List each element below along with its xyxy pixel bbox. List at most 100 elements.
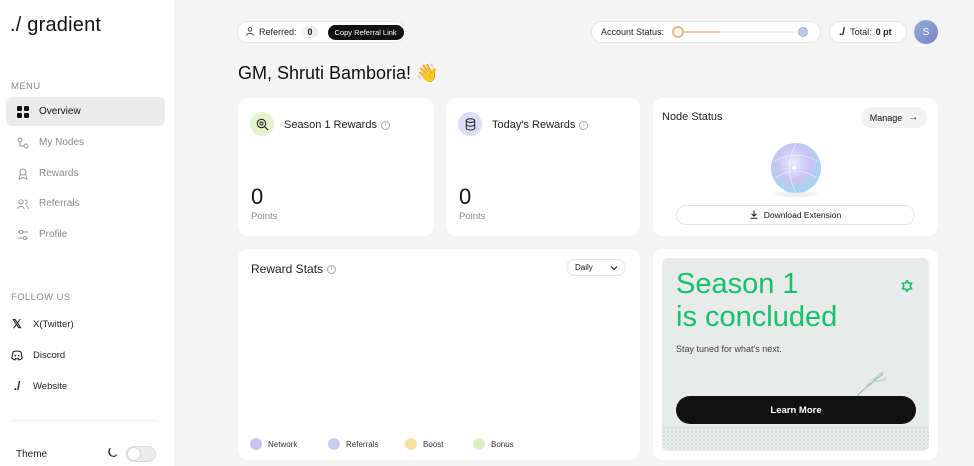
sidebar: ./ gradient MENU Overview My Nodes Rewar… [0,0,176,466]
gradient-star-icon [901,278,913,297]
follow-item-website[interactable]: ./ Website [10,375,68,397]
legend-label: Bonus [491,439,514,449]
promo-title: Season 1 is concluded [676,268,896,334]
reward-stats-card: Reward Stats i Daily Network Referrals B… [238,249,640,460]
today-rewards-value: 0 [459,184,472,209]
sidebar-item-profile[interactable]: Profile [6,220,165,249]
period-select[interactable]: Daily [566,259,626,276]
referral-user-icon [246,26,254,38]
total-value: 0 pt [875,27,892,37]
promo-subtitle: Stay tuned for what's next. [676,344,782,354]
info-icon[interactable]: i [380,120,390,130]
today-rewards-title-text: Today's Rewards [492,119,576,131]
download-extension-label: Download Extension [763,210,842,220]
legend-dot [328,438,340,450]
profile-icon [16,228,30,242]
season-rewards-value: 0 [251,184,264,209]
reward-stats-title-text: Reward Stats [251,262,324,276]
follow-item-label: Discord [33,349,66,361]
node-status-title: Node Status [662,111,723,123]
rewards-badge-icon [250,112,274,136]
grid-icon [16,105,30,119]
sidebar-item-label: Referrals [39,198,80,209]
promo-banner: Season 1 is concluded Stay tuned for wha… [662,258,929,451]
gradient-logo-icon: ./ [839,26,846,38]
manage-button[interactable]: Manage → [861,107,927,128]
download-extension-button[interactable]: Download Extension [676,205,915,225]
download-icon [750,210,758,221]
sidebar-item-my-nodes[interactable]: My Nodes [6,128,165,157]
follow-item-label: Website [33,380,68,392]
toggle-knob [128,448,140,460]
coins-badge-icon [458,112,482,136]
sidebar-item-label: Rewards [39,168,79,179]
referred-label: Referred: [259,27,297,37]
chevron-down-icon [610,264,618,273]
learn-more-button[interactable]: Learn More [676,396,916,424]
info-icon[interactable]: i [327,264,337,274]
app-logo[interactable]: ./ gradient [10,14,101,37]
slider-fill [678,31,721,33]
legend-label: Referrals [346,439,379,449]
dot-pattern-decoration [662,426,929,451]
legend-dot [405,438,417,450]
legend-item-boost: Boost [405,438,443,450]
referred-pill: Referred: 0 Copy Referral Link [237,21,406,43]
theme-toggle[interactable] [126,446,156,462]
legend-label: Boost [423,439,444,449]
today-rewards-title: Today's Rewards i [492,119,589,131]
legend-item-referrals: Referrals [328,438,378,450]
follow-item-discord[interactable]: Discord [10,344,65,366]
total-label: Total: [850,27,872,37]
sidebar-item-overview[interactable]: Overview [6,97,165,126]
total-points-pill: ./ Total: 0 pt [829,21,907,43]
promo-title-line1: Season 1 [676,268,799,300]
sidebar-divider [10,420,156,421]
discord-icon [10,348,24,362]
sidebar-item-label: My Nodes [39,137,85,148]
season-rewards-card: Season 1 Rewards i 0 Points [238,98,434,236]
legend-dot [250,438,262,450]
page-greeting: GM, Shruti Bamboria! 👋 [238,63,439,83]
legend-item-network: Network [250,438,297,450]
legend-item-bonus: Bonus [473,438,514,450]
info-icon[interactable]: i [579,120,589,130]
season-rewards-title: Season 1 Rewards i [284,119,390,131]
slider-start-marker [672,26,685,38]
promo-title-line2: is concluded [676,301,838,333]
account-status-slider[interactable] [672,26,809,38]
sidebar-item-rewards[interactable]: Rewards [6,159,165,188]
account-status-pill: Account Status: [591,21,821,43]
legend-label: Network [268,439,298,449]
theme-label: Theme [16,449,48,460]
copy-referral-link-button[interactable]: Copy Referral Link [327,24,404,40]
sidebar-item-label: Overview [39,106,81,117]
website-icon: ./ [13,379,21,393]
avatar[interactable]: S [914,20,938,44]
today-rewards-card: Today's Rewards i 0 Points [446,98,640,236]
x-icon: 𝕏 [12,317,22,331]
follow-section-label: FOLLOW US [11,292,71,303]
sidebar-item-label: Profile [39,229,68,240]
season-rewards-unit: Points [251,211,278,222]
rewards-icon [16,167,30,181]
follow-item-twitter[interactable]: 𝕏 X(Twitter) [10,313,73,335]
period-select-value: Daily [575,263,593,272]
referrals-icon [16,197,30,211]
moon-icon [106,446,118,464]
manage-label: Manage [869,112,903,123]
arrow-right-icon: → [908,112,919,123]
season-promo-card: Season 1 is concluded Stay tuned for wha… [653,249,938,460]
nodes-icon [16,136,30,150]
today-rewards-unit: Points [459,211,486,222]
node-orb-illustration [761,138,831,205]
season-rewards-title-text: Season 1 Rewards [284,119,377,131]
node-status-card: Node Status Manage → Download Extension [653,98,938,236]
account-status-label: Account Status: [601,27,665,37]
sidebar-item-referrals[interactable]: Referrals [6,189,165,218]
menu-section-label: MENU [11,81,41,92]
reward-stats-title: Reward Stats i [251,262,337,276]
slider-end-marker [798,27,809,37]
referred-count: 0 [302,26,318,38]
legend-dot [473,438,485,450]
